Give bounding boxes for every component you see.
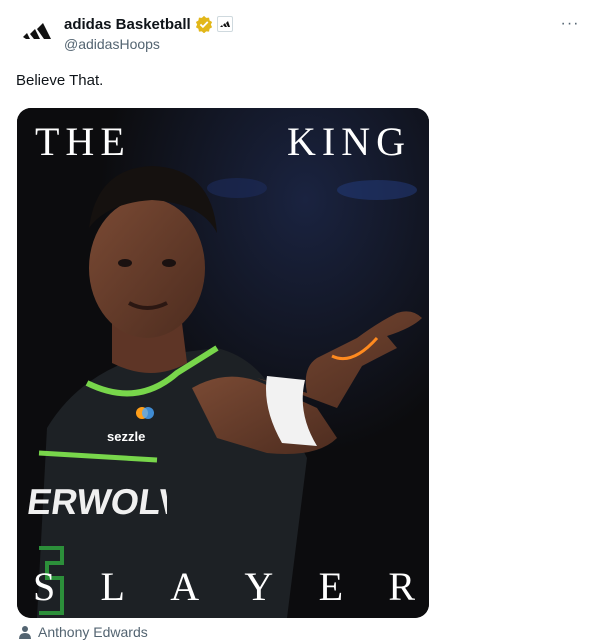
adidas-affiliate-icon[interactable] [216, 16, 233, 32]
overlay-word-the: THE [35, 119, 131, 164]
person-icon [19, 626, 31, 639]
jersey-text: ERWOLVES [25, 481, 167, 522]
adidas-logo-icon [23, 23, 51, 39]
avatar[interactable] [16, 12, 56, 52]
handle[interactable]: @adidasHoops [64, 36, 233, 52]
jersey-wordmark: ERWOLVES [25, 481, 167, 522]
slayer-letter: E [318, 564, 344, 609]
overlay-word-king: KING [287, 119, 411, 164]
slayer-letter: R [388, 564, 415, 609]
slayer-letter: A [170, 564, 200, 609]
tagged-user[interactable]: Anthony Edwards [18, 624, 148, 640]
display-name[interactable]: adidas Basketball [64, 16, 191, 33]
more-options-button[interactable]: ··· [558, 14, 582, 34]
tweet-media-image[interactable]: ERWOLVES sezzle THE KING S L A Y E R [17, 108, 429, 618]
sponsor-logo: sezzle [107, 429, 145, 444]
slayer-letter: L [100, 564, 125, 609]
sponsor-text: sezzle [107, 429, 145, 444]
tweet-card[interactable]: adidas Basketball @adidasHoops ··· Belie… [0, 0, 596, 644]
slayer-letter: Y [244, 564, 274, 609]
overlay-word-slayer: S L A Y E R [33, 563, 415, 610]
player-photo [17, 108, 429, 618]
verified-badge-icon [195, 15, 212, 33]
tweet-text: Believe That. [16, 72, 104, 89]
tagged-user-name[interactable]: Anthony Edwards [38, 624, 148, 640]
slayer-letter: S [33, 564, 56, 609]
author-names: adidas Basketball @adidasHoops [64, 14, 233, 52]
